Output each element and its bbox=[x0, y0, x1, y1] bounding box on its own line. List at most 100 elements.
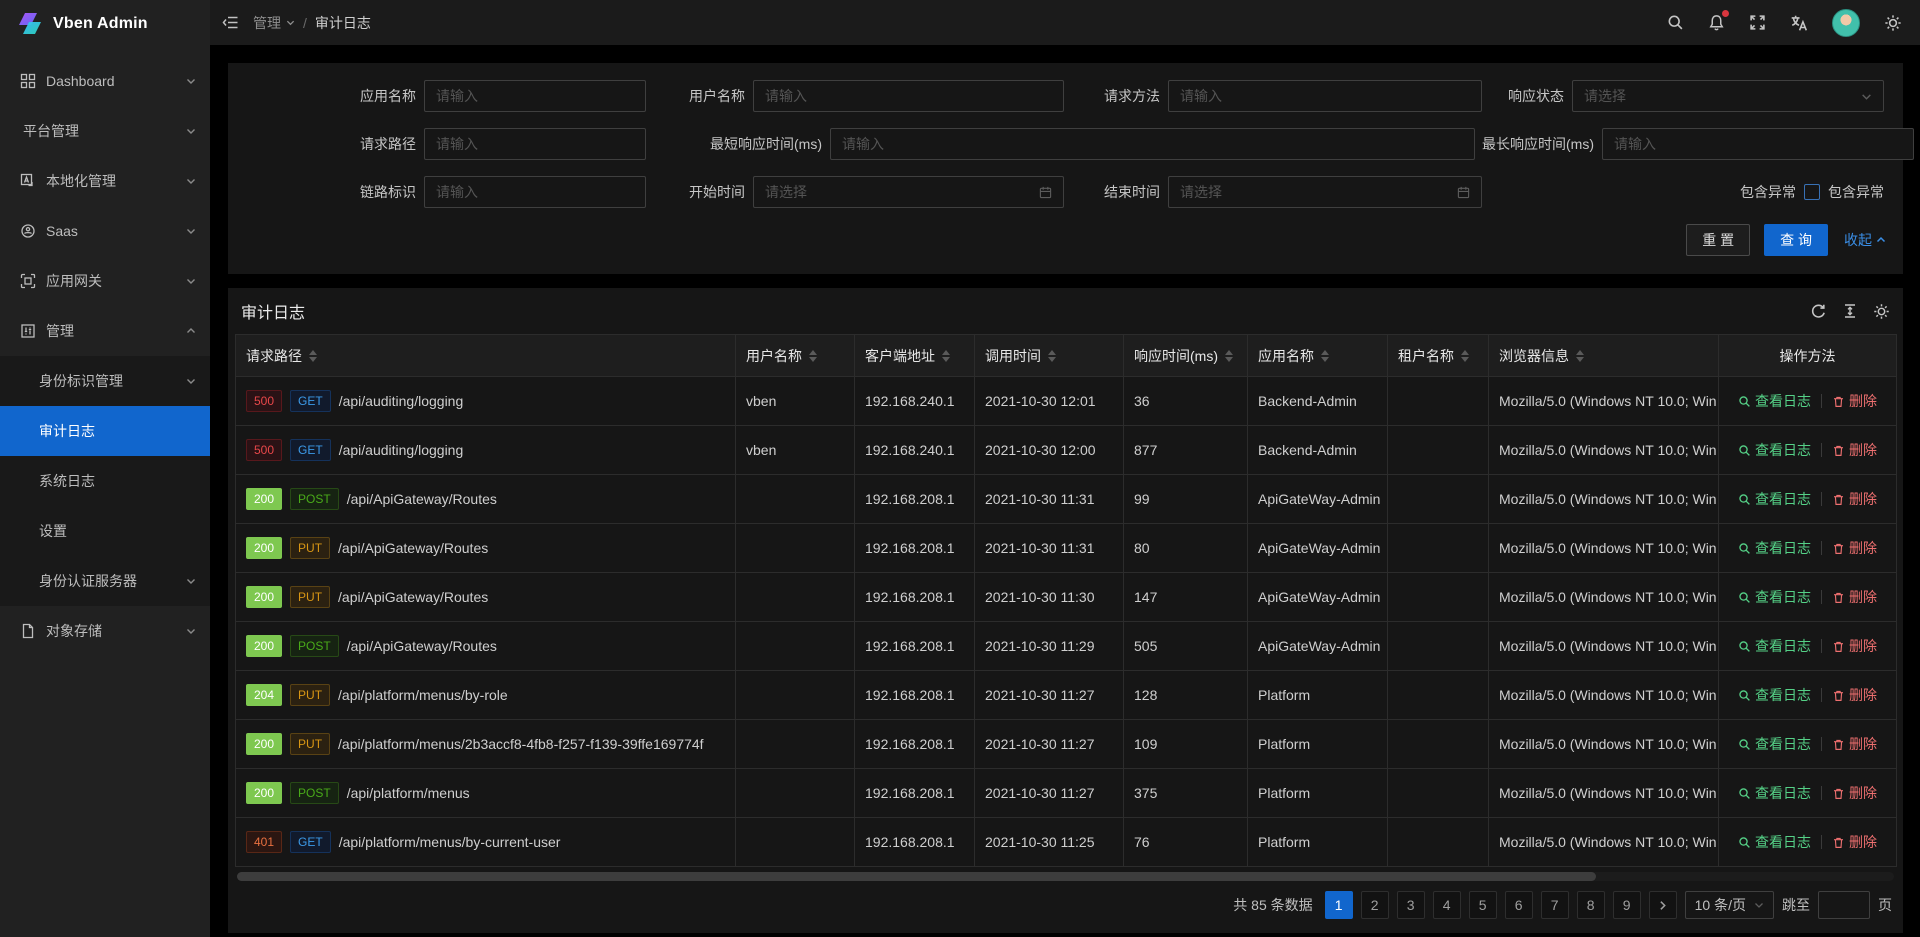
sort-icon[interactable] bbox=[1048, 350, 1056, 362]
page-size-select[interactable]: 10 条/页 bbox=[1685, 891, 1774, 919]
sort-icon[interactable] bbox=[1321, 350, 1329, 362]
max-response-input[interactable] bbox=[1602, 128, 1914, 160]
sidebar-item-audit-log[interactable]: 审计日志 bbox=[0, 406, 210, 456]
page-button-3[interactable]: 3 bbox=[1397, 891, 1425, 919]
sort-icon[interactable] bbox=[1576, 350, 1584, 362]
user-avatar[interactable] bbox=[1832, 9, 1860, 37]
table-row[interactable]: 500 GET /api/auditing/logging vben 192.1… bbox=[236, 426, 1897, 475]
table-row[interactable]: 200 PUT /api/platform/menus/2b3accf8-4fb… bbox=[236, 720, 1897, 769]
column-header-request-path[interactable]: 请求路径 bbox=[236, 335, 736, 377]
page-button-8[interactable]: 8 bbox=[1577, 891, 1605, 919]
action-divider bbox=[1821, 541, 1822, 555]
gear-icon[interactable] bbox=[1884, 14, 1902, 32]
page-button-2[interactable]: 2 bbox=[1361, 891, 1389, 919]
column-settings-icon[interactable] bbox=[1873, 303, 1890, 320]
column-header-browser-info[interactable]: 浏览器信息 bbox=[1489, 335, 1719, 377]
column-header-response-time[interactable]: 响应时间(ms) bbox=[1124, 335, 1248, 377]
search-button[interactable]: 查 询 bbox=[1764, 224, 1828, 256]
bell-icon[interactable] bbox=[1708, 14, 1725, 31]
min-response-input[interactable] bbox=[830, 128, 1475, 160]
sidebar-item-dashboard[interactable]: Dashboard bbox=[0, 56, 210, 106]
sidebar-item-auth-server[interactable]: 身份认证服务器 bbox=[0, 556, 210, 606]
view-log-button[interactable]: 查看日志 bbox=[1738, 538, 1811, 558]
next-page-button[interactable] bbox=[1649, 891, 1677, 919]
view-log-button[interactable]: 查看日志 bbox=[1738, 440, 1811, 460]
delete-button[interactable]: 删除 bbox=[1832, 587, 1877, 607]
scrollbar-thumb[interactable] bbox=[237, 872, 1596, 881]
column-header-app-name[interactable]: 应用名称 bbox=[1248, 335, 1388, 377]
table-row[interactable]: 500 GET /api/auditing/logging vben 192.1… bbox=[236, 377, 1897, 426]
response-status-select[interactable]: 请选择 bbox=[1572, 80, 1884, 112]
column-header-tenant-name[interactable]: 租户名称 bbox=[1388, 335, 1489, 377]
row-height-icon[interactable] bbox=[1842, 303, 1858, 319]
table-row[interactable]: 200 POST /api/ApiGateway/Routes 192.168.… bbox=[236, 622, 1897, 671]
view-log-button[interactable]: 查看日志 bbox=[1738, 783, 1811, 803]
end-time-picker[interactable]: 请选择 bbox=[1168, 176, 1482, 208]
search-icon[interactable] bbox=[1667, 14, 1684, 31]
view-log-button[interactable]: 查看日志 bbox=[1738, 587, 1811, 607]
sidebar-item-object-storage[interactable]: 对象存储 bbox=[0, 606, 210, 656]
sort-icon[interactable] bbox=[809, 350, 817, 362]
sort-icon[interactable] bbox=[1225, 350, 1233, 362]
has-exception-checkbox[interactable] bbox=[1804, 184, 1820, 200]
app-name-input[interactable] bbox=[424, 80, 646, 112]
delete-button[interactable]: 删除 bbox=[1832, 734, 1877, 754]
sidebar-item-settings[interactable]: 设置 bbox=[0, 506, 210, 556]
sort-icon[interactable] bbox=[1461, 350, 1469, 362]
table-row[interactable]: 200 POST /api/platform/menus 192.168.208… bbox=[236, 769, 1897, 818]
app-logo[interactable]: Vben Admin bbox=[0, 0, 210, 48]
sort-icon[interactable] bbox=[309, 350, 317, 362]
delete-button[interactable]: 删除 bbox=[1832, 440, 1877, 460]
view-log-button[interactable]: 查看日志 bbox=[1738, 636, 1811, 656]
view-log-button[interactable]: 查看日志 bbox=[1738, 832, 1811, 852]
request-path-input[interactable] bbox=[424, 128, 646, 160]
horizontal-scrollbar[interactable] bbox=[237, 872, 1894, 881]
delete-button[interactable]: 删除 bbox=[1832, 636, 1877, 656]
page-button-5[interactable]: 5 bbox=[1469, 891, 1497, 919]
delete-button[interactable]: 删除 bbox=[1832, 783, 1877, 803]
column-header-user-name[interactable]: 用户名称 bbox=[736, 335, 855, 377]
user-name-input[interactable] bbox=[753, 80, 1064, 112]
sidebar-item-identity[interactable]: 身份标识管理 bbox=[0, 356, 210, 406]
delete-button[interactable]: 删除 bbox=[1832, 489, 1877, 509]
trace-id-input[interactable] bbox=[424, 176, 646, 208]
page-button-6[interactable]: 6 bbox=[1505, 891, 1533, 919]
delete-label: 删除 bbox=[1849, 538, 1877, 558]
table-row[interactable]: 401 GET /api/platform/menus/by-current-u… bbox=[236, 818, 1897, 867]
request-method-input[interactable] bbox=[1168, 80, 1482, 112]
delete-button[interactable]: 删除 bbox=[1832, 685, 1877, 705]
page-button-1[interactable]: 1 bbox=[1325, 891, 1353, 919]
table-row[interactable]: 200 PUT /api/ApiGateway/Routes 192.168.2… bbox=[236, 524, 1897, 573]
view-log-button[interactable]: 查看日志 bbox=[1738, 685, 1811, 705]
sidebar-item-gateway[interactable]: 应用网关 bbox=[0, 256, 210, 306]
table-row[interactable]: 200 POST /api/ApiGateway/Routes 192.168.… bbox=[236, 475, 1897, 524]
view-log-button[interactable]: 查看日志 bbox=[1738, 489, 1811, 509]
breadcrumb-parent[interactable]: 管理 bbox=[253, 13, 295, 33]
table-row[interactable]: 204 PUT /api/platform/menus/by-role 192.… bbox=[236, 671, 1897, 720]
sidebar-item-saas[interactable]: Saas bbox=[0, 206, 210, 256]
delete-button[interactable]: 删除 bbox=[1832, 391, 1877, 411]
page-button-9[interactable]: 9 bbox=[1613, 891, 1641, 919]
sidebar-item-management[interactable]: 管理 bbox=[0, 306, 210, 356]
refresh-icon[interactable] bbox=[1810, 303, 1827, 320]
translate-icon[interactable] bbox=[1790, 14, 1808, 32]
start-time-picker[interactable]: 请选择 bbox=[753, 176, 1064, 208]
sidebar-item-system-log[interactable]: 系统日志 bbox=[0, 456, 210, 506]
page-button-7[interactable]: 7 bbox=[1541, 891, 1569, 919]
view-log-button[interactable]: 查看日志 bbox=[1738, 734, 1811, 754]
page-button-4[interactable]: 4 bbox=[1433, 891, 1461, 919]
fullscreen-icon[interactable] bbox=[1749, 14, 1766, 31]
table-row[interactable]: 200 PUT /api/ApiGateway/Routes 192.168.2… bbox=[236, 573, 1897, 622]
column-header-invoke-time[interactable]: 调用时间 bbox=[975, 335, 1124, 377]
delete-button[interactable]: 删除 bbox=[1832, 832, 1877, 852]
menu-fold-icon[interactable] bbox=[222, 14, 239, 31]
jump-to-input[interactable] bbox=[1818, 891, 1870, 919]
collapse-filter-link[interactable]: 收起 bbox=[1844, 230, 1886, 250]
sidebar-item-localization[interactable]: 本地化管理 bbox=[0, 156, 210, 206]
delete-button[interactable]: 删除 bbox=[1832, 538, 1877, 558]
reset-button[interactable]: 重 置 bbox=[1686, 224, 1750, 256]
sort-icon[interactable] bbox=[942, 350, 950, 362]
view-log-button[interactable]: 查看日志 bbox=[1738, 391, 1811, 411]
column-header-client-address[interactable]: 客户端地址 bbox=[855, 335, 975, 377]
sidebar-item-platform[interactable]: 平台管理 bbox=[0, 106, 210, 156]
